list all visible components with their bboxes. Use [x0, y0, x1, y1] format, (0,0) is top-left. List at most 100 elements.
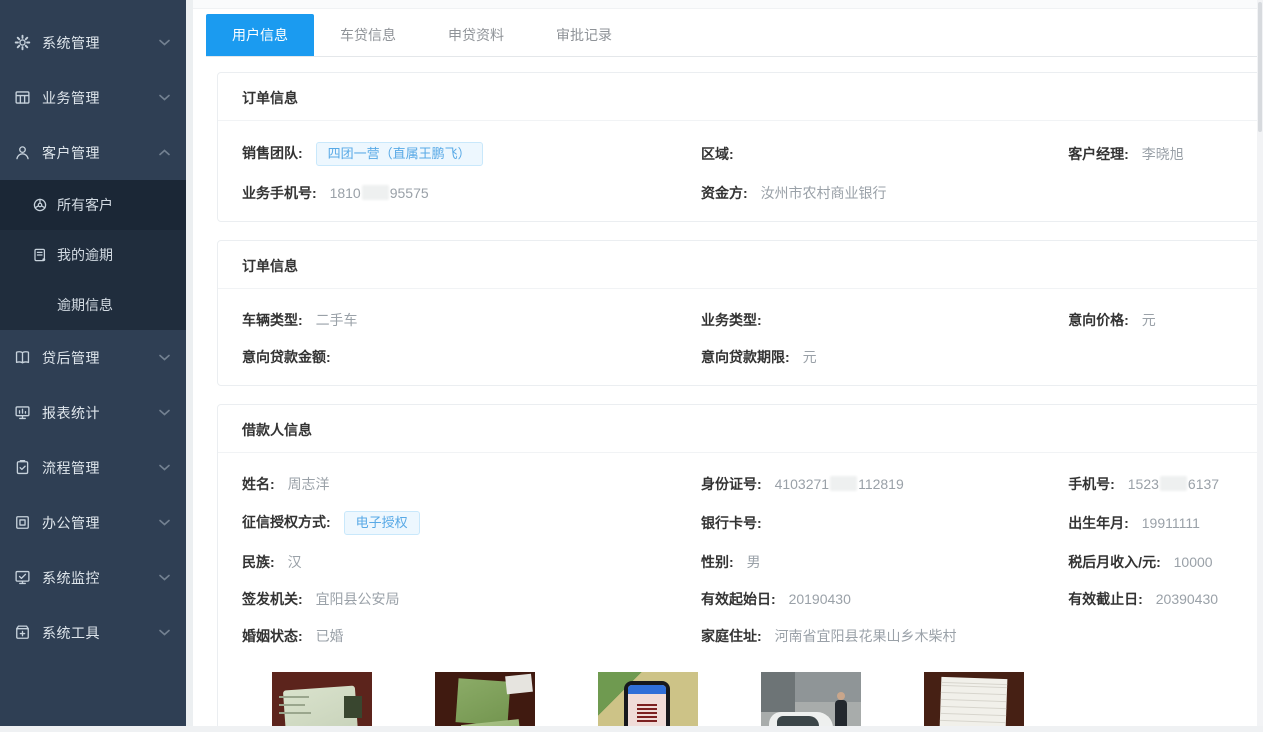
credit-auth-field: 征信授权方式: 电子授权 — [242, 511, 701, 535]
field-label: 手机号: — [1068, 476, 1115, 492]
card-body: 姓名: 周志洋 身份证号: 4103271112819 手机号: 1523613… — [218, 453, 1262, 732]
field-value: 汉 — [288, 554, 302, 570]
field-value: 元 — [803, 349, 817, 365]
sidebar: 系统管理 业务管理 客户管理 — [0, 0, 186, 726]
photo-item: 人车合影 — [272, 672, 372, 732]
sidebar-item-label: 所有客户 — [57, 195, 113, 215]
field-row: 业务手机号: 181095575 资金方: 汝州市农村商业银行 — [242, 183, 1262, 203]
field-value: 二手车 — [316, 312, 358, 328]
issuer-field: 签发机关: 宜阳县公安局 — [242, 589, 701, 609]
field-label: 签发机关: — [242, 591, 303, 607]
sidebar-item-label: 报表统计 — [42, 403, 159, 423]
field-label: 意向贷款金额: — [242, 349, 331, 365]
table-icon — [14, 89, 31, 106]
sidebar-item-business-management[interactable]: 业务管理 — [0, 70, 186, 125]
field-value: 20390430 — [1156, 591, 1218, 607]
credit-auth-tag: 电子授权 — [344, 511, 420, 535]
photo-item: 人车合影 — [761, 672, 861, 732]
sidebar-item-system-management[interactable]: 系统管理 — [0, 15, 186, 70]
car-person-photo[interactable] — [761, 672, 861, 732]
field-label: 区域: — [701, 146, 734, 162]
field-value: 10000 — [1174, 554, 1213, 570]
birth-field: 出生年月: 19911111 — [1068, 513, 1262, 533]
field-label: 意向贷款期限: — [701, 349, 790, 365]
tab-user-info[interactable]: 用户信息 — [206, 14, 314, 56]
card-title: 借款人信息 — [218, 405, 1262, 453]
sidebar-item-postloan-management[interactable]: 贷后管理 — [0, 330, 186, 385]
chevron-down-icon — [159, 519, 170, 526]
sidebar-item-all-customers[interactable]: 所有客户 — [0, 180, 186, 230]
name-field: 姓名: 周志洋 — [242, 474, 701, 494]
field-label: 资金方: — [701, 185, 748, 201]
field-value-prefix: 1810 — [330, 185, 361, 201]
top-band — [193, 0, 1263, 9]
field-row: 意向贷款金额: 意向贷款期限: 元 — [242, 347, 1262, 367]
card-body: 车辆类型: 二手车 业务类型: 意向价格: 元 意向贷款金额: — [218, 289, 1262, 385]
sidebar-item-system-monitor[interactable]: 系统监控 — [0, 550, 186, 605]
document-photo-strip: 人车合影 驾驶证副页 — [242, 672, 1262, 732]
redacted-digits — [1160, 476, 1187, 491]
monitor-icon — [14, 404, 31, 421]
box-plus-icon — [14, 624, 31, 641]
field-value-prefix: 4103271 — [775, 476, 830, 492]
address-field: 家庭住址: 河南省宜阳县花果山乡木柴村 — [701, 626, 1068, 646]
card-body: 销售团队: 四团一营（直属王鹏飞） 区域: 客户经理: 李晓旭 业务手机号: 1… — [218, 121, 1262, 221]
id-card-photo[interactable] — [272, 672, 372, 732]
sidebar-item-label: 客户管理 — [42, 143, 159, 163]
borrower-info-card: 借款人信息 姓名: 周志洋 身份证号: 4103271112819 手机号: 1… — [217, 404, 1263, 732]
field-row: 姓名: 周志洋 身份证号: 4103271112819 手机号: 1523613… — [242, 474, 1262, 494]
sidebar-item-label: 逾期信息 — [57, 295, 113, 315]
chevron-down-icon — [159, 409, 170, 416]
qr-phone-photo[interactable] — [598, 672, 698, 732]
field-value: 汝州市农村商业银行 — [761, 185, 887, 201]
redacted-digits — [362, 185, 389, 200]
field-value: 河南省宜阳县花果山乡木柴村 — [775, 628, 957, 644]
field-label: 征信授权方式: — [242, 514, 331, 530]
field-label: 身份证号: — [701, 476, 762, 492]
loan-term-field: 意向贷款期限: 元 — [701, 347, 1068, 367]
sidebar-item-overdue-info[interactable]: 逾期信息 — [0, 280, 186, 330]
vehicle-type-field: 车辆类型: 二手车 — [242, 310, 701, 330]
clipboard-icon — [14, 459, 31, 476]
ethnicity-field: 民族: 汉 — [242, 552, 701, 572]
valid-to-field: 有效截止日: 20390430 — [1068, 589, 1262, 609]
tab-approval-records[interactable]: 审批记录 — [530, 14, 638, 56]
chevron-down-icon — [159, 354, 170, 361]
field-label: 银行卡号: — [701, 515, 762, 531]
paper-doc-photo[interactable] — [924, 672, 1024, 732]
photo-item: 征信授权 — [598, 672, 698, 732]
field-value: 李晓旭 — [1142, 146, 1184, 162]
sidebar-item-customer-management[interactable]: 客户管理 — [0, 125, 186, 180]
green-booklet-photo[interactable] — [435, 672, 535, 732]
sidebar-item-label: 系统工具 — [42, 623, 159, 643]
photo-item: 驾驶证副页 — [435, 672, 535, 732]
monitor-check-icon — [14, 569, 31, 586]
field-value: 19911111 — [1142, 515, 1200, 531]
sidebar-item-label: 我的逾期 — [57, 245, 113, 265]
sidebar-item-process-management[interactable]: 流程管理 — [0, 440, 186, 495]
sales-team-tag[interactable]: 四团一营（直属王鹏飞） — [316, 142, 483, 166]
sidebar-item-office-management[interactable]: 办公管理 — [0, 495, 186, 550]
field-label: 性别: — [701, 554, 734, 570]
chevron-up-icon — [159, 149, 170, 156]
field-row: 车辆类型: 二手车 业务类型: 意向价格: 元 — [242, 310, 1262, 330]
id-number-field: 身份证号: 4103271112819 — [701, 474, 1068, 494]
sidebar-item-system-tools[interactable]: 系统工具 — [0, 605, 186, 660]
field-label: 意向价格: — [1068, 312, 1129, 328]
chevron-down-icon — [159, 464, 170, 471]
horizontal-scrollbar[interactable] — [0, 726, 1263, 732]
vertical-scrollbar[interactable] — [1257, 0, 1263, 732]
intent-price-field: 意向价格: 元 — [1068, 310, 1262, 330]
gender-field: 性别: 男 — [701, 552, 1068, 572]
order-info-card-1: 订单信息 销售团队: 四团一营（直属王鹏飞） 区域: 客户经理: 李晓旭 业务手 — [217, 72, 1263, 222]
sidebar-item-my-overdue[interactable]: 我的逾期 — [0, 230, 186, 280]
chevron-down-icon — [159, 574, 170, 581]
field-label: 婚姻状态: — [242, 628, 303, 644]
tab-car-loan-info[interactable]: 车贷信息 — [314, 14, 422, 56]
tab-loan-application-docs[interactable]: 申贷资料 — [422, 14, 530, 56]
sales-team-field: 销售团队: 四团一营（直属王鹏飞） — [242, 142, 701, 166]
sidebar-item-report-statistics[interactable]: 报表统计 — [0, 385, 186, 440]
customer-management-submenu: 所有客户 我的逾期 逾期信息 — [0, 180, 186, 330]
scrollbar-thumb[interactable] — [1258, 2, 1262, 132]
chevron-down-icon — [159, 629, 170, 636]
